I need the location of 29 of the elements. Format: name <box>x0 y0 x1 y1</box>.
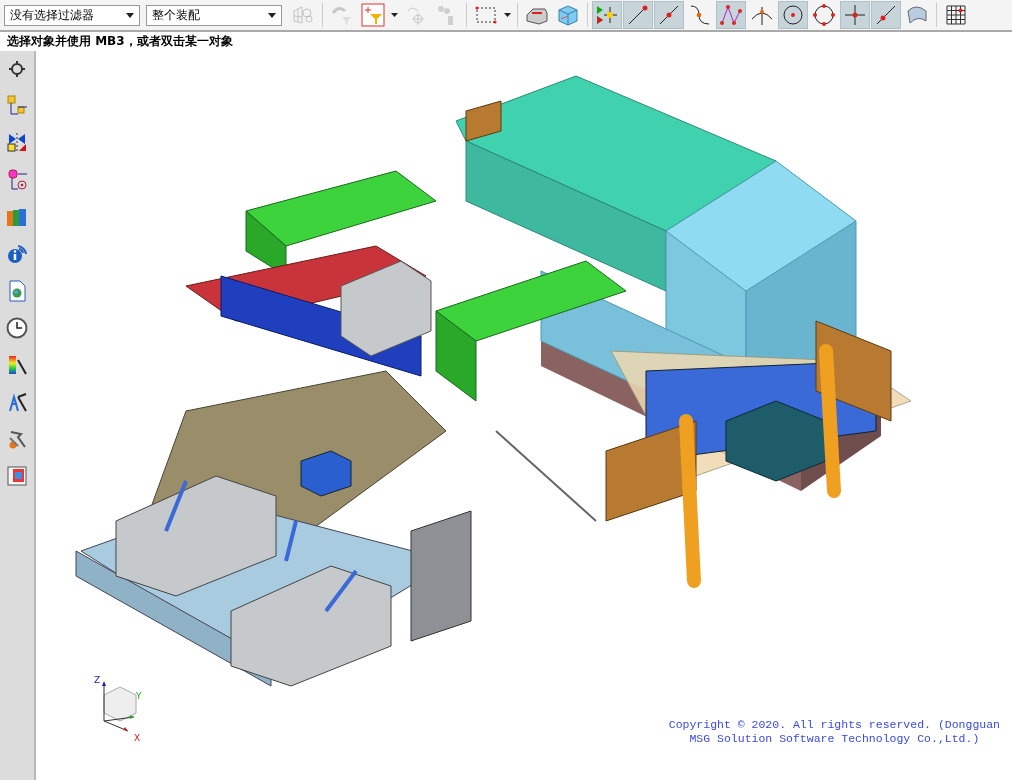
control-point-icon <box>719 3 743 27</box>
z-axis-label: Z <box>94 675 101 685</box>
filter-dropdown[interactable]: 没有选择过滤器 <box>4 4 140 26</box>
mid-point-icon <box>657 3 681 27</box>
status-prompt: 选择对象并使用 MB3，或者双击某一对象 <box>6 33 234 50</box>
on-curve-icon <box>874 3 898 27</box>
point-tool[interactable] <box>840 1 870 29</box>
copyright-text: Copyright © 2020. All rights reserved. (Dongguan <box>668 718 1000 732</box>
point-icon <box>843 3 867 27</box>
mid-point-tool[interactable] <box>654 1 684 29</box>
curve-point-icon <box>688 3 712 27</box>
cube-icon <box>556 3 580 27</box>
on-curve-tool[interactable] <box>871 1 901 29</box>
filter-icon <box>361 3 385 27</box>
grid-icon <box>944 3 968 27</box>
end-point-icon <box>626 3 650 27</box>
quadrant-icon <box>812 3 836 27</box>
center-tool[interactable] <box>778 1 808 29</box>
snap-all-icon <box>595 3 619 27</box>
snap-all-tool[interactable] <box>592 1 622 29</box>
assembly-dropdown[interactable]: 整个装配 <box>146 4 282 26</box>
center-icon <box>781 3 805 27</box>
y-axis-label: Y <box>136 691 142 701</box>
copyright-text: MSG Solution Software Technology Co.,Ltd.) <box>688 732 981 746</box>
view-grid-icon <box>291 3 315 27</box>
x-axis-label: X <box>134 733 141 743</box>
surface-icon <box>905 3 929 27</box>
end-point-tool[interactable] <box>623 1 653 29</box>
control-point-tool[interactable] <box>716 1 746 29</box>
